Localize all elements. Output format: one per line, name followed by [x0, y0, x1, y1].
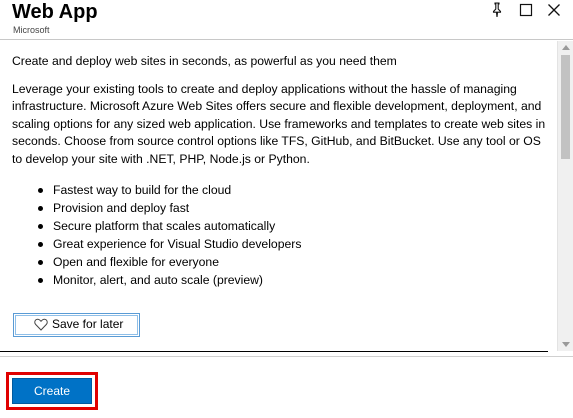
save-for-later-button[interactable]: Save for later — [13, 313, 140, 337]
list-item: Secure platform that scales automaticall… — [38, 217, 557, 235]
blade-header: Web App Microsoft — [0, 0, 573, 40]
feature-list: Fastest way to build for the cloud Provi… — [38, 181, 557, 290]
description-text: Leverage your existing tools to create a… — [12, 81, 546, 166]
list-item: Fastest way to build for the cloud — [38, 181, 557, 199]
close-icon[interactable] — [546, 2, 562, 18]
web-app-blade: Web App Microsoft Create and deploy web … — [0, 0, 573, 418]
maximize-icon[interactable] — [518, 2, 534, 18]
blade-footer: Create — [0, 357, 573, 418]
blade-subtitle: Microsoft — [13, 25, 50, 35]
heart-icon — [34, 318, 48, 331]
list-item: Provision and deploy fast — [38, 199, 557, 217]
blade-content: Create and deploy web sites in seconds, … — [0, 41, 557, 351]
scroll-down-arrow-icon[interactable] — [562, 342, 570, 347]
scroll-thumb[interactable] — [561, 55, 570, 159]
content-divider — [0, 351, 548, 352]
list-item: Monitor, alert, and auto scale (preview) — [38, 271, 557, 289]
lead-text: Create and deploy web sites in seconds, … — [12, 54, 397, 68]
pin-icon[interactable] — [489, 2, 505, 18]
save-for-later-label: Save for later — [52, 317, 124, 332]
list-item: Great experience for Visual Studio devel… — [38, 235, 557, 253]
scroll-up-arrow-icon[interactable] — [562, 45, 570, 50]
create-button[interactable]: Create — [12, 378, 92, 404]
blade-title: Web App — [12, 1, 98, 23]
list-item: Open and flexible for everyone — [38, 253, 557, 271]
vertical-scrollbar[interactable] — [557, 41, 573, 351]
